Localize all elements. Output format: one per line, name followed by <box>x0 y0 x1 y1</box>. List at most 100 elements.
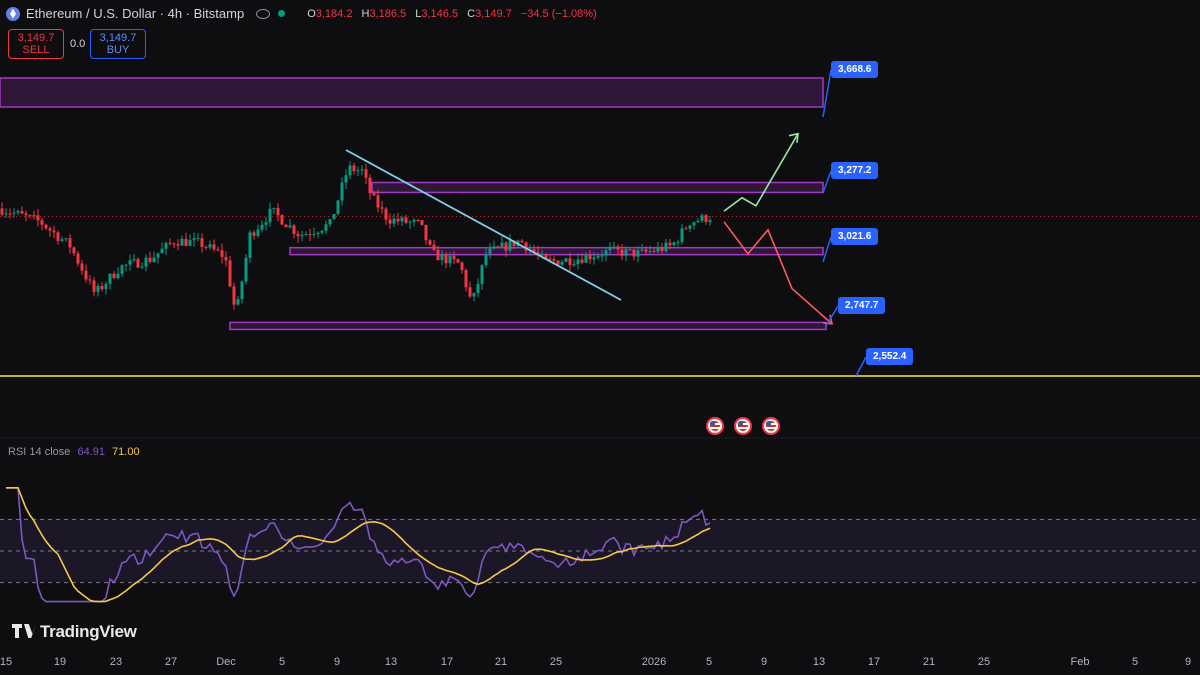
ohlc-o-label: O <box>307 7 316 20</box>
buy-label: BUY <box>106 44 130 56</box>
candle-body <box>304 234 308 236</box>
candle-body <box>184 238 188 246</box>
ohlc-change: −34.5 (−1.08%) <box>520 7 597 20</box>
ohlc-low: 3,146.5 <box>421 7 459 20</box>
candle-body <box>212 244 216 250</box>
candle-body <box>328 219 332 225</box>
candle-body <box>52 230 56 233</box>
candle-body <box>640 249 644 251</box>
candle-body <box>352 165 356 172</box>
us-flag-event-icon[interactable] <box>734 417 752 435</box>
price-label-3277[interactable]: 3,277.2 <box>831 162 879 179</box>
candle-body <box>428 240 432 245</box>
candle-body <box>256 229 260 236</box>
candle-body <box>148 257 152 262</box>
candle-body <box>568 258 572 265</box>
candle-body <box>0 208 4 215</box>
candle-body <box>316 232 320 234</box>
candle-body <box>576 259 580 265</box>
candle-body <box>404 217 408 223</box>
candle-body <box>48 228 52 231</box>
candle-body <box>340 182 344 201</box>
sell-price: 3,149.7 <box>17 32 55 44</box>
sell-button[interactable]: 3,149.7 SELL <box>8 29 64 59</box>
candle-body <box>64 238 68 240</box>
price-label-3021[interactable]: 3,021.6 <box>831 228 879 245</box>
candle-body <box>704 215 708 222</box>
candle-body <box>20 211 24 214</box>
rsi-ma-value: 71.00 <box>112 446 140 458</box>
candle-body <box>364 169 368 178</box>
x-tick-label: 9 <box>760 656 768 668</box>
label-connector <box>822 170 832 194</box>
x-tick-label: 25 <box>549 656 563 668</box>
candle-body <box>160 248 164 254</box>
candle-body <box>176 244 180 246</box>
candle-body <box>492 246 496 249</box>
price-zone <box>289 246 824 256</box>
price-label-2747[interactable]: 2,747.7 <box>838 297 886 314</box>
candle-body <box>28 215 32 217</box>
candle-body <box>660 247 664 251</box>
rsi-value: 64.91 <box>77 446 105 458</box>
chart-canvas[interactable] <box>0 0 1200 675</box>
candle-body <box>104 283 108 290</box>
candle-body <box>388 219 392 224</box>
candle-body <box>396 218 400 222</box>
candle-body <box>448 255 452 264</box>
chart-root[interactable]: Ethereum / U.S. Dollar · 4h · Bitstamp O… <box>0 0 1200 675</box>
x-tick-label: 5 <box>278 656 286 668</box>
candle-body <box>420 220 424 225</box>
candle-body <box>72 247 76 254</box>
candle-body <box>32 215 36 217</box>
candle-body <box>424 224 428 241</box>
candle-body <box>496 246 500 248</box>
candle-body <box>672 242 676 246</box>
us-flag-event-icon[interactable] <box>706 417 724 435</box>
candle-body <box>108 273 112 284</box>
price-label-3668[interactable]: 3,668.6 <box>831 61 879 78</box>
candle-body <box>12 212 16 214</box>
x-tick-label: 2026 <box>641 656 667 668</box>
candle-body <box>620 249 624 256</box>
candle-body <box>252 232 256 236</box>
symbol-title[interactable]: Ethereum / U.S. Dollar · 4h · Bitstamp <box>26 6 244 21</box>
label-connector <box>855 356 867 377</box>
rsi-name: RSI <box>8 446 27 458</box>
candle-body <box>112 273 116 279</box>
candle-body <box>36 215 40 221</box>
rsi-legend[interactable]: RSI 14 close 64.91 71.00 <box>8 446 140 458</box>
candle-body <box>336 200 340 214</box>
candle-body <box>684 228 688 230</box>
price-zone <box>371 181 824 194</box>
candle-body <box>324 224 328 231</box>
candle-body <box>44 224 48 229</box>
candle-body <box>220 250 224 257</box>
x-tick-label: 9 <box>333 656 341 668</box>
candle-body <box>464 269 468 288</box>
rsi-length: 14 <box>29 446 42 458</box>
candle-body <box>88 279 92 281</box>
candle-body <box>76 253 80 264</box>
candle-body <box>692 222 696 226</box>
tradingview-logo[interactable]: TradingView <box>12 622 137 642</box>
candle-body <box>548 258 552 260</box>
candle-body <box>624 249 628 256</box>
candle-body <box>592 257 596 260</box>
candle-body <box>588 255 592 260</box>
candle-body <box>668 242 672 246</box>
eye-icon[interactable] <box>256 8 271 19</box>
candle-body <box>120 265 124 274</box>
ohlc-open: 3,184.2 <box>315 7 353 20</box>
x-tick-label: 23 <box>109 656 123 668</box>
candle-body <box>296 233 300 237</box>
price-label-2552[interactable]: 2,552.4 <box>866 348 914 365</box>
candle-body <box>100 285 104 290</box>
us-flag-event-icon[interactable] <box>762 417 780 435</box>
candle-body <box>688 225 692 229</box>
candle-body <box>240 281 244 300</box>
candle-body <box>400 217 404 222</box>
buy-button[interactable]: 3,149.7 BUY <box>90 29 146 59</box>
ohlc-c-label: C <box>467 7 476 20</box>
candle-body <box>488 248 492 254</box>
